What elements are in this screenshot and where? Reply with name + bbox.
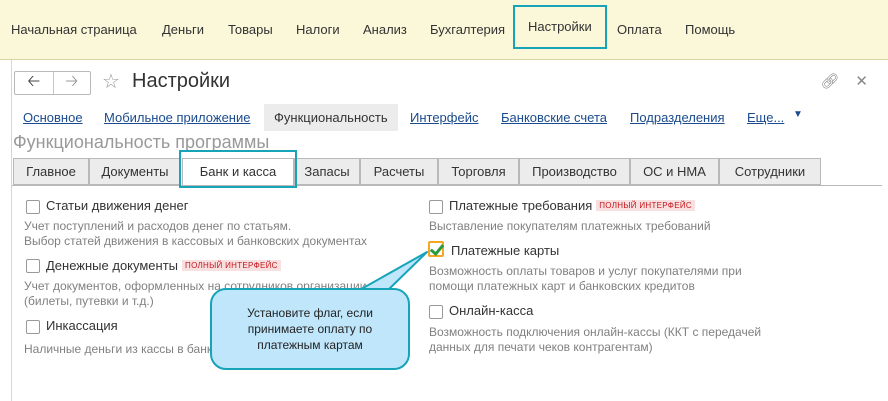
favorite-star-icon[interactable]: ☆ <box>102 69 120 94</box>
callout-text: Установите флаг, если принимаете оплату … <box>247 305 373 353</box>
tab-main[interactable]: Главное <box>13 158 89 185</box>
option-online-cash-desc2: данных для печати чеков контрагентам) <box>429 340 653 354</box>
option-payment-requests-desc: Выставление покупателям платежных требов… <box>429 219 711 233</box>
close-icon[interactable]: ✕ <box>855 72 868 90</box>
link-main[interactable]: Основное <box>23 110 83 125</box>
callout-line-2: принимаете оплату по <box>247 322 373 336</box>
checkbox-cash-documents[interactable] <box>26 259 40 273</box>
top-menu-bar: Начальная страница Деньги Товары Налоги … <box>0 0 888 60</box>
checkbox-cash-flow-items[interactable] <box>26 200 40 214</box>
tab-fixed-assets[interactable]: ОС и НМА <box>630 158 719 185</box>
option-cash-flow-items-desc2: Выбор статей движения в кассовых и банко… <box>24 234 368 248</box>
option-payment-requests-text: Платежные требования <box>449 198 593 213</box>
menu-home[interactable]: Начальная страница <box>11 22 137 37</box>
full-interface-badge: ПОЛНЫЙ ИНТЕРФЕЙС <box>596 200 695 211</box>
checkbox-payment-cards[interactable] <box>428 241 444 257</box>
menu-payment[interactable]: Оплата <box>617 22 662 37</box>
option-payment-requests-label: Платежные требования ПОЛНЫЙ ИНТЕРФЕЙС <box>449 198 695 213</box>
option-cash-documents-text: Денежные документы <box>46 258 179 273</box>
option-payment-cards-desc2: помощи платежных карт и банковских креди… <box>429 279 695 293</box>
nav-buttons: 🡠 🡢 <box>14 71 91 95</box>
option-cash-flow-items-desc: Учет поступлений и расходов денег по ста… <box>24 219 292 233</box>
tab-settlements[interactable]: Расчеты <box>360 158 438 185</box>
menu-money[interactable]: Деньги <box>162 22 204 37</box>
link-mobile-app[interactable]: Мобильное приложение <box>104 110 250 125</box>
tab-documents[interactable]: Документы <box>89 158 181 185</box>
option-online-cash-label: Онлайн-касса <box>449 303 534 318</box>
callout-line-3: платежным картам <box>257 338 363 352</box>
menu-taxes[interactable]: Налоги <box>296 22 340 37</box>
tab-divider <box>12 185 882 186</box>
checkbox-payment-requests[interactable] <box>429 200 443 214</box>
functionality-tabs: Главное Документы Банк и касса Запасы Ра… <box>12 158 882 186</box>
link-departments[interactable]: Подразделения <box>630 110 725 125</box>
link-bank-accounts[interactable]: Банковские счета <box>501 110 607 125</box>
tab-inventory[interactable]: Запасы <box>294 158 360 185</box>
full-interface-badge: ПОЛНЫЙ ИНТЕРФЕЙС <box>182 260 281 271</box>
checkbox-collection[interactable] <box>26 320 40 334</box>
menu-settings[interactable]: Настройки <box>513 5 607 49</box>
chevron-down-icon[interactable]: ▼ <box>793 109 803 120</box>
option-payment-cards-desc: Возможность оплаты товаров и услуг покуп… <box>429 264 742 278</box>
menu-analysis[interactable]: Анализ <box>363 22 407 37</box>
option-online-cash-desc: Возможность подключения онлайн-кассы (КК… <box>429 325 762 339</box>
settings-window: 🡠 🡢 ☆ Настройки 🔗︎ ✕ Основное Мобильное … <box>11 60 888 401</box>
tab-employees[interactable]: Сотрудники <box>719 158 821 185</box>
link-functionality[interactable]: Функциональность <box>264 104 398 131</box>
link-icon[interactable]: 🔗︎ <box>820 72 839 90</box>
tab-trade[interactable]: Торговля <box>438 158 519 185</box>
option-collection-label: Инкассация <box>46 318 118 333</box>
option-cash-documents-label: Денежные документы ПОЛНЫЙ ИНТЕРФЕЙС <box>46 258 281 273</box>
menu-accounting[interactable]: Бухгалтерия <box>430 22 505 37</box>
forward-arrow-icon[interactable]: 🡢 <box>52 72 91 94</box>
checkbox-online-cash[interactable] <box>429 305 443 319</box>
window-controls: 🔗︎ ✕ <box>820 72 868 90</box>
hint-callout: Установите флаг, если принимаете оплату … <box>210 288 410 370</box>
settings-sections: Основное Мобильное приложение Функционал… <box>12 104 882 132</box>
callout-line-1: Установите флаг, если <box>247 306 373 320</box>
option-cash-flow-items-label: Статьи движения денег <box>46 198 189 213</box>
link-more[interactable]: Еще... <box>747 110 784 125</box>
back-arrow-icon[interactable]: 🡠 <box>15 72 53 94</box>
link-interface[interactable]: Интерфейс <box>410 110 478 125</box>
menu-goods[interactable]: Товары <box>228 22 273 37</box>
option-collection-desc: Наличные деньги из кассы в банк <box>24 342 213 356</box>
option-payment-cards-label: Платежные карты <box>451 243 560 258</box>
window-title: Настройки <box>132 70 231 92</box>
menu-help[interactable]: Помощь <box>685 22 735 37</box>
tab-production[interactable]: Производство <box>519 158 630 185</box>
tab-highlight-frame <box>179 150 297 188</box>
option-cash-documents-desc2: (билеты, путевки и т.д.) <box>24 294 154 308</box>
